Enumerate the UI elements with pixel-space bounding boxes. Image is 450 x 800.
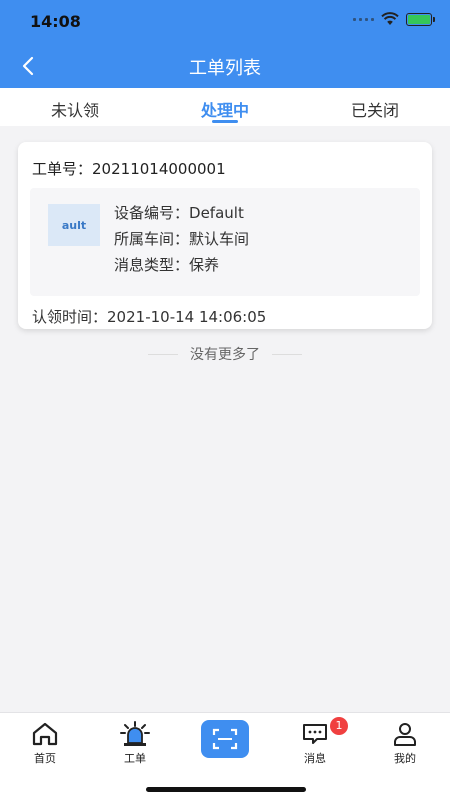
tabbar-item-home[interactable]: 首页 — [0, 721, 90, 766]
order-number: 工单号：20211014000001 — [32, 160, 226, 178]
tabbar-item-workorder[interactable]: 工单 — [90, 721, 180, 766]
status-icons — [353, 12, 435, 26]
alarm-light-icon — [90, 721, 180, 747]
message-type: 消息类型：保养 — [114, 256, 220, 274]
workshop: 所属车间：默认车间 — [114, 230, 250, 248]
status-bar: 14:08 — [0, 0, 450, 44]
wifi-icon — [381, 12, 399, 25]
scan-button[interactable] — [201, 720, 249, 758]
page-title: 工单列表 — [189, 58, 261, 79]
tab-closed[interactable]: 已关闭 — [300, 88, 450, 126]
battery-icon — [406, 12, 435, 26]
tabbar-item-messages[interactable]: 1 消息 — [270, 717, 360, 766]
device-number: 设备编号：Default — [114, 204, 244, 222]
home-icon — [0, 721, 90, 747]
home-indicator — [146, 787, 306, 792]
no-more-text: 没有更多了 — [190, 347, 260, 363]
user-icon — [360, 721, 450, 747]
tab-unclaimed[interactable]: 未认领 — [0, 88, 150, 126]
tabbar-item-mine[interactable]: 我的 — [360, 721, 450, 766]
work-order-card[interactable]: 工单号：20211014000001 ault 设备编号：Default 所属车… — [18, 142, 432, 329]
device-thumbnail: ault — [48, 204, 100, 246]
claim-time: 认领时间：2021-10-14 14:06:05 — [32, 308, 267, 326]
tab-processing[interactable]: 处理中 — [150, 88, 300, 126]
device-info-box: ault 设备编号：Default 所属车间：默认车间 消息类型：保养 — [30, 188, 420, 296]
cellular-signal-icon — [353, 17, 374, 21]
list-end-indicator: 没有更多了 — [0, 344, 450, 364]
divider — [272, 353, 302, 355]
status-tabs: 未认领 处理中 已关闭 — [0, 88, 450, 126]
active-tab-indicator — [212, 120, 238, 123]
message-badge: 1 — [330, 717, 348, 735]
status-time: 14:08 — [30, 12, 81, 31]
navigation-bar: 工单列表 — [0, 44, 450, 88]
divider — [148, 353, 178, 355]
scan-icon — [212, 728, 238, 750]
device-info-lines: 设备编号：Default 所属车间：默认车间 消息类型：保养 — [114, 200, 249, 278]
